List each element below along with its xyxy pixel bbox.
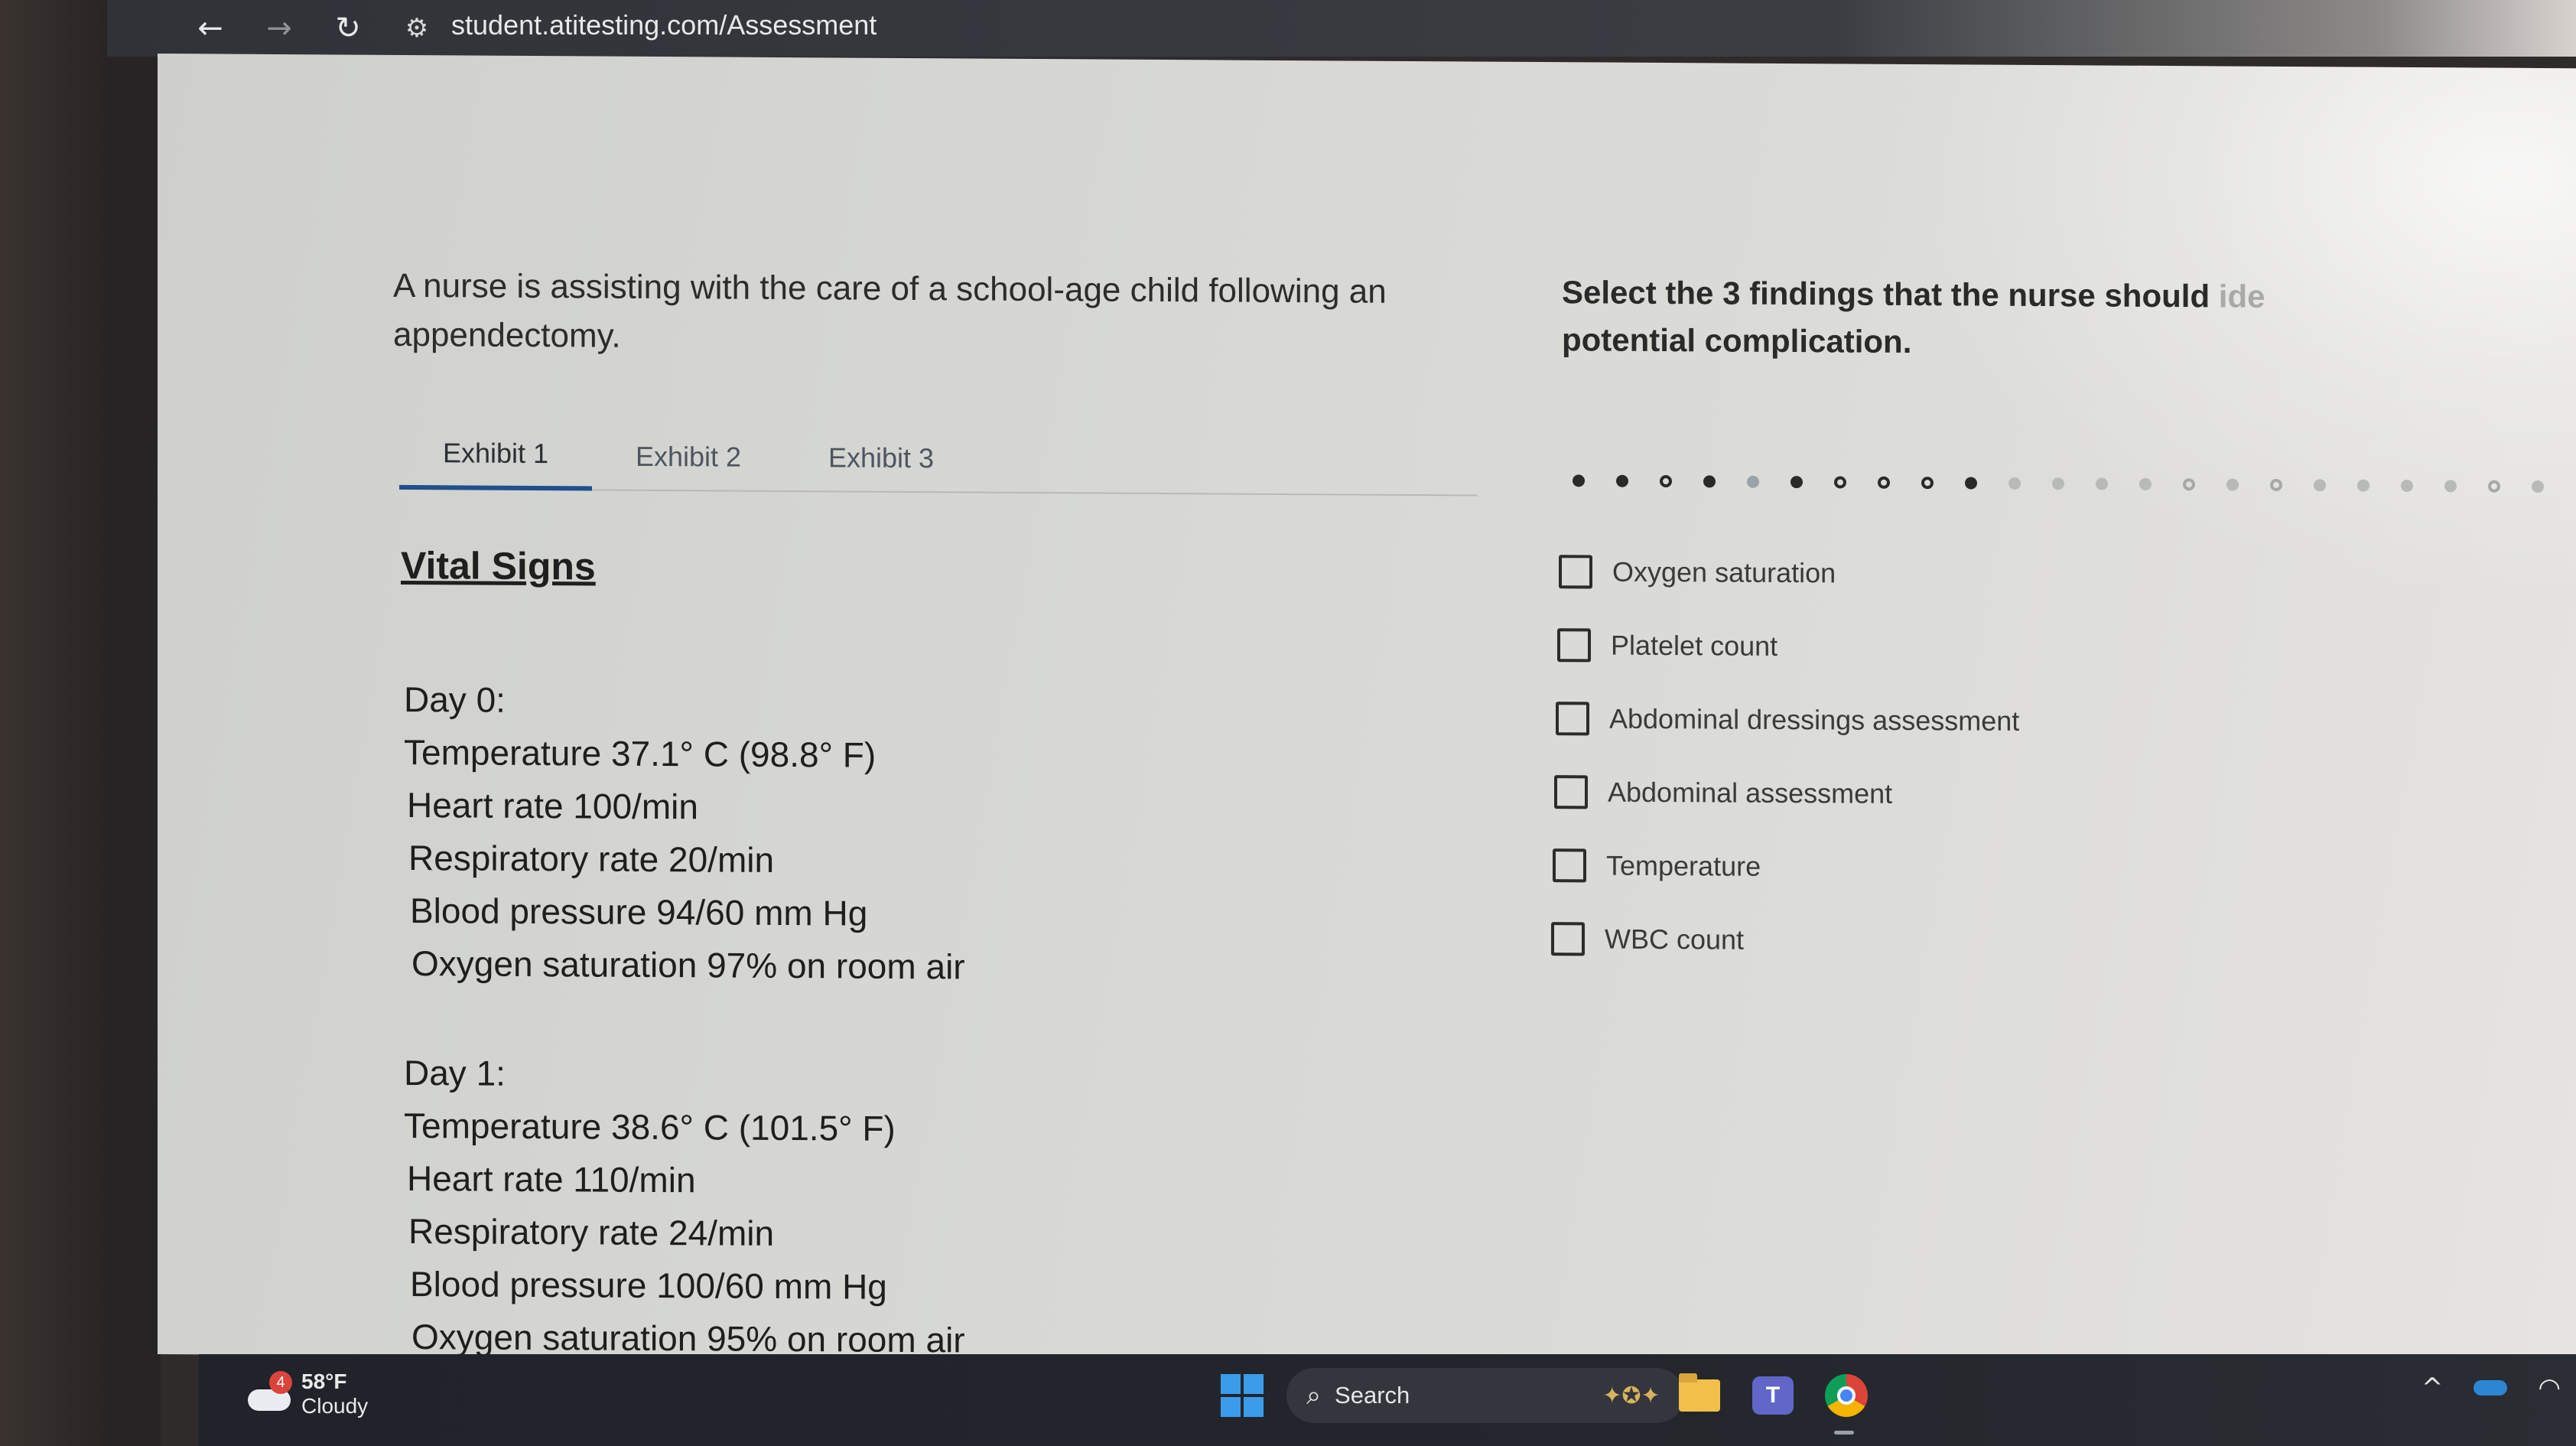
instruction-line2: potential complication. [1562,321,1912,360]
progress-dot[interactable] [1747,475,1759,488]
progress-dot[interactable] [2096,477,2108,490]
option-abdominal-dressings-assessment[interactable]: Abdominal dressings assessment [1556,682,2247,760]
file-explorer-icon[interactable] [1675,1371,1724,1420]
day1-heart-rate: Heart rate 110/min [407,1158,696,1200]
option-label: Abdominal assessment [1608,776,1893,809]
day1-vitals: Day 1: Temperature 38.6° C (101.5° F) He… [404,1047,965,1366]
windows-taskbar: 4 58°F Cloudy ⌕ Search ✦✪✦ T ^ ◠ [199,1354,2576,1446]
progress-dot[interactable] [2008,477,2021,490]
weather-badge: 4 [269,1371,292,1394]
weather-widget[interactable]: 4 58°F Cloudy [246,1369,368,1418]
instruction-line1: Select the 3 findings that the nurse sho… [1562,274,2210,314]
progress-dot[interactable] [1878,476,1890,489]
day0-oxygen-saturation: Oxygen saturation 97% on room air [411,943,965,987]
day1-temperature: Temperature 38.6° C (101.5° F) [404,1105,896,1148]
day1-heading: Day 1: [404,1052,506,1093]
forward-icon[interactable]: → [245,5,314,51]
option-label: Abdominal dressings assessment [1609,702,2020,737]
option-oxygen-saturation[interactable]: Oxygen saturation [1559,535,2247,612]
option-label: WBC count [1605,923,1745,956]
search-label: Search [1335,1382,1410,1409]
progress-dot[interactable] [1921,477,1934,490]
progress-dot[interactable] [2444,480,2457,493]
chrome-icon[interactable] [1822,1371,1871,1420]
checkbox[interactable] [1551,922,1585,956]
progress-dot[interactable] [1573,474,1585,487]
progress-dot[interactable] [2314,479,2326,492]
progress-dot[interactable] [2357,479,2369,492]
progress-dot[interactable] [1965,477,1977,490]
option-label: Platelet count [1611,629,1778,662]
progress-dot[interactable] [1660,474,1672,488]
checkbox[interactable] [1557,628,1591,663]
cloud-icon: 4 [246,1371,292,1417]
back-icon[interactable]: ← [176,5,245,51]
progress-dot[interactable] [1791,476,1803,489]
site-info-icon[interactable]: ⚙ [390,5,444,51]
progress-dot[interactable] [2183,478,2195,491]
exhibit-title: Vital Signs [401,543,596,588]
system-tray: ^ ◠ [2422,1373,2561,1403]
day0-vitals: Day 0: Temperature 37.1° C (98.8° F) Hea… [404,673,965,993]
day1-respiratory-rate: Respiratory rate 24/min [408,1211,775,1253]
progress-dot[interactable] [2052,477,2064,490]
tab-exhibit-3[interactable]: Exhibit 3 [785,423,977,493]
progress-dot[interactable] [2270,478,2282,491]
instruction-text: Select the 3 findings that the nurse sho… [1562,269,2480,369]
progress-dot[interactable] [1616,474,1628,487]
browser-toolbar: ← → ↻ ⚙ student.atitesting.com/Assessmen… [107,0,2576,57]
progress-dot[interactable] [2532,480,2544,493]
progress-dot[interactable] [2226,478,2239,491]
windows-start-icon[interactable] [1221,1374,1264,1417]
instruction-faded: ide [2210,278,2265,314]
day0-temperature: Temperature 37.1° C (98.8° F) [404,731,877,775]
progress-dot[interactable] [2488,480,2500,493]
search-highlight-icon: ✦✪✦ [1602,1382,1660,1409]
checkbox[interactable] [1556,702,1589,736]
monitor-bezel [0,0,161,1446]
progress-dot[interactable] [1834,476,1846,489]
checkbox[interactable] [1559,555,1592,589]
exhibit-tabs: Exhibit 1 Exhibit 2 Exhibit 3 [399,420,1478,497]
taskbar-search[interactable]: ⌕ Search ✦✪✦ [1286,1368,1684,1423]
checkbox[interactable] [1554,775,1588,809]
address-bar[interactable]: student.atitesting.com/Assessment [451,9,877,41]
tab-exhibit-2[interactable]: Exhibit 2 [592,422,785,492]
day0-blood-pressure: Blood pressure 94/60 mm Hg [410,891,868,933]
progress-dot[interactable] [2401,479,2413,493]
day0-heart-rate: Heart rate 100/min [407,784,698,827]
option-label: Oxygen saturation [1612,555,1836,589]
option-label: Temperature [1606,849,1761,882]
option-abdominal-assessment[interactable]: Abdominal assessment [1554,755,2247,833]
option-platelet-count[interactable]: Platelet count [1557,608,2247,686]
weather-condition: Cloudy [301,1394,369,1418]
onedrive-icon[interactable] [2474,1380,2508,1396]
assessment-page: A nurse is assisting with the care of a … [158,54,2576,1369]
option-wbc-count[interactable]: WBC count [1551,902,2247,980]
question-stem: A nurse is assisting with the care of a … [393,266,1387,355]
day1-blood-pressure: Blood pressure 100/60 mm Hg [410,1264,887,1307]
teams-icon[interactable]: T [1748,1371,1797,1420]
weather-temperature: 58°F [301,1369,347,1393]
search-icon: ⌕ [1306,1380,1322,1410]
option-temperature[interactable]: Temperature [1553,829,2247,907]
tab-exhibit-1[interactable]: Exhibit 1 [399,420,592,491]
progress-dot[interactable] [1703,475,1716,488]
active-app-indicator [1834,1431,1854,1435]
progress-dot[interactable] [2139,477,2152,490]
reload-icon[interactable]: ↻ [314,5,382,51]
day0-heading: Day 0: [404,679,506,720]
tray-chevron-icon[interactable]: ^ [2422,1373,2444,1403]
wifi-icon[interactable]: ◠ [2538,1373,2561,1403]
question-progress-dots [1573,469,2567,498]
checkbox[interactable] [1553,848,1586,883]
day0-respiratory-rate: Respiratory rate 20/min [408,838,775,880]
findings-options: Oxygen saturation Platelet count Abdomin… [1551,535,2247,979]
